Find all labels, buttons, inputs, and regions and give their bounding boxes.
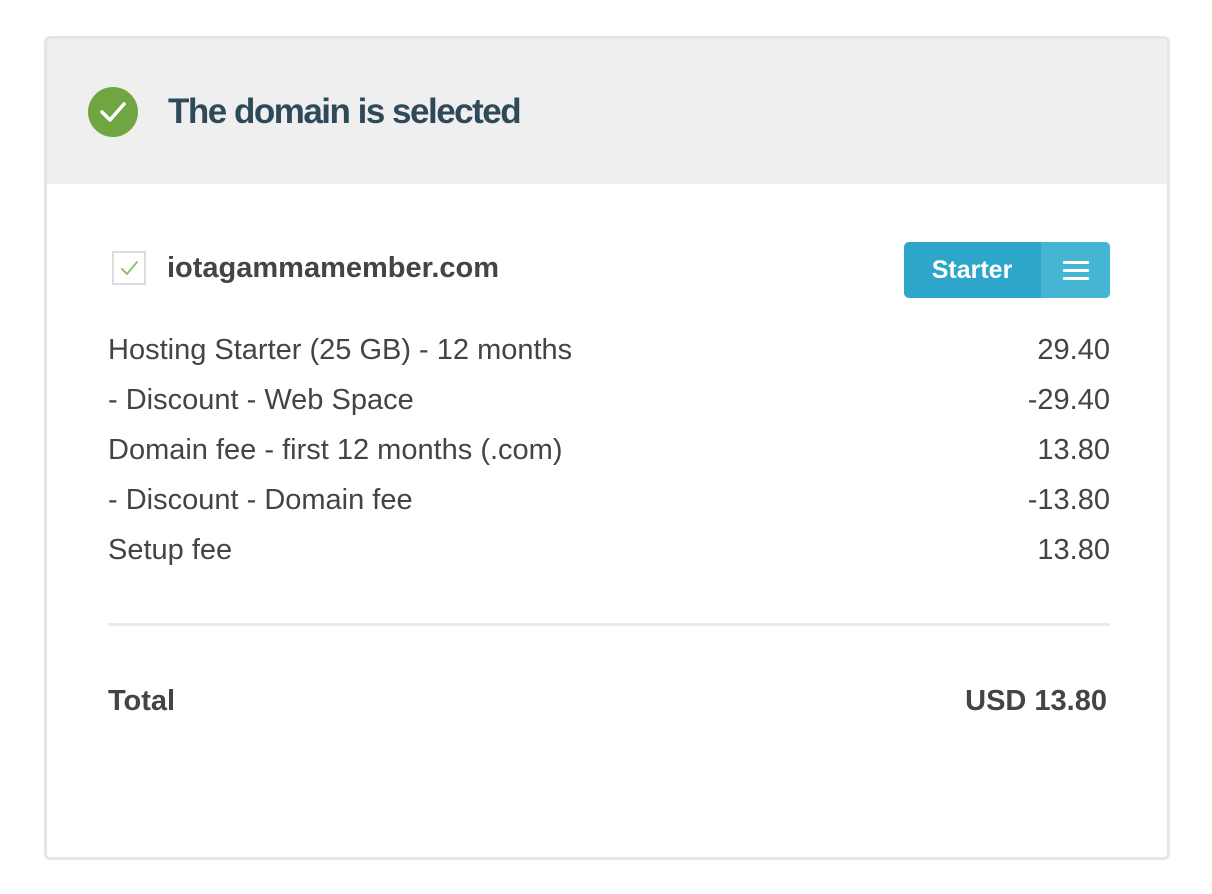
line-item-label: - Discount - Web Space — [108, 384, 414, 416]
line-item-amount: -13.80 — [1027, 484, 1110, 516]
line-item-amount: 13.80 — [1037, 534, 1110, 566]
line-item-amount: -29.40 — [1027, 384, 1110, 416]
total-label: Total — [108, 685, 176, 717]
line-items-list: Hosting Starter (25 GB) - 12 months 29.4… — [108, 325, 1110, 575]
line-item: - Discount - Domain fee -13.80 — [108, 475, 1110, 525]
plan-button-label[interactable]: Starter — [904, 242, 1040, 298]
line-item-label: Domain fee - first 12 months (.com) — [108, 434, 563, 466]
card-header: The domain is selected — [47, 39, 1167, 184]
line-item: Hosting Starter (25 GB) - 12 months 29.4… — [108, 325, 1110, 375]
line-item: Setup fee 13.80 — [108, 525, 1110, 575]
line-item-amount: 13.80 — [1037, 434, 1110, 466]
line-item-label: Hosting Starter (25 GB) - 12 months — [108, 334, 573, 366]
domain-name: iotagammamember.com — [167, 252, 500, 284]
check-circle-icon — [88, 87, 138, 137]
checkmark-icon — [121, 261, 138, 275]
line-item-amount: 29.40 — [1037, 334, 1110, 366]
plan-menu-button[interactable] — [1041, 242, 1110, 298]
plan-button[interactable]: Starter — [904, 242, 1110, 298]
line-item-label: Setup fee — [108, 534, 233, 566]
total-value: USD 13.80 — [965, 685, 1107, 717]
domain-checkbox[interactable] — [112, 251, 146, 285]
line-item: - Discount - Web Space -29.40 — [108, 375, 1110, 425]
line-item-label: - Discount - Domain fee — [108, 484, 413, 516]
line-item: Domain fee - first 12 months (.com) 13.8… — [108, 425, 1110, 475]
divider — [108, 623, 1110, 626]
domain-summary-card: The domain is selected iotagammamember.c… — [44, 36, 1170, 860]
header-title: The domain is selected — [168, 92, 522, 131]
